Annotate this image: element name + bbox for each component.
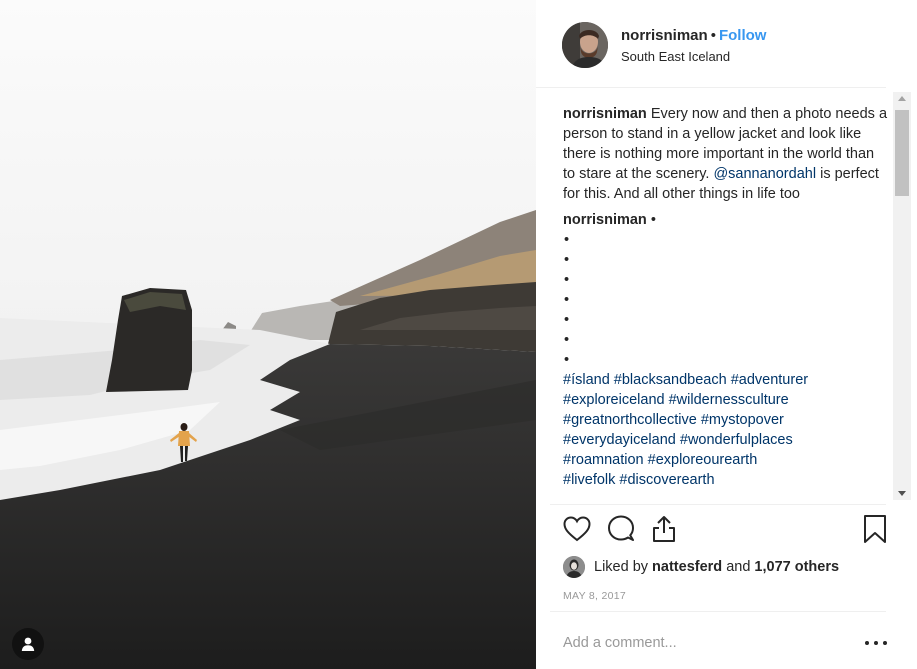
user-silhouette-icon [20, 636, 36, 652]
ellipsis-icon[interactable] [865, 634, 887, 652]
scrollbar-thumb[interactable] [895, 110, 909, 196]
comment-bullet: • [564, 252, 570, 268]
comment-bullet: • [564, 232, 570, 248]
share-icon[interactable] [650, 514, 678, 549]
speech-bubble-icon[interactable] [606, 514, 636, 549]
avatar[interactable] [562, 22, 608, 68]
comment-bullet: • [564, 292, 570, 308]
comment-username[interactable]: norrisniman [563, 212, 647, 228]
comment-bullet: • [564, 272, 570, 288]
liker-avatar[interactable] [563, 556, 585, 578]
scroll-up-arrow-icon[interactable] [898, 96, 906, 101]
hashtag-link[interactable]: #roamnation [563, 452, 644, 468]
hashtag-link[interactable]: #adventurer [731, 372, 808, 388]
post-date[interactable]: MAY 8, 2017 [563, 590, 626, 602]
user-tags-button[interactable] [12, 628, 44, 660]
post-photo[interactable] [0, 0, 536, 669]
hashtag-link[interactable]: #wonderfulplaces [680, 432, 793, 448]
comment-dot: • [650, 212, 656, 228]
header-separator: • [710, 27, 716, 44]
comment-input[interactable] [563, 632, 843, 654]
likes-count-link[interactable]: 1,077 others [754, 559, 839, 575]
caption: norrisniman Every now and then a photo n… [563, 104, 888, 204]
hashtag-link[interactable]: #ísland [563, 372, 610, 388]
hashtag-link[interactable]: #mystopover [701, 412, 784, 428]
hashtag-link[interactable]: #blacksandbeach [614, 372, 727, 388]
divider [550, 611, 886, 612]
hashtag-link[interactable]: #everydayiceland [563, 432, 676, 448]
comment-item: norrisniman • • • • • • • • #ísland #bla… [563, 210, 888, 490]
comment-bullet: • [564, 332, 570, 348]
bookmark-icon[interactable] [862, 514, 888, 549]
hashtag-link[interactable]: #wildernessculture [669, 392, 789, 408]
comments-list[interactable]: norrisniman Every now and then a photo n… [563, 104, 888, 504]
hashtag-link[interactable]: #livefolk [563, 472, 615, 488]
action-bar [562, 514, 892, 548]
hashtag-link[interactable]: #discoverearth [619, 472, 714, 488]
likes-conjunction: and [726, 559, 751, 575]
header-username[interactable]: norrisniman [621, 27, 708, 44]
follow-button[interactable]: Follow [719, 27, 767, 44]
comment-bullet: • [564, 312, 570, 328]
liker-username[interactable]: nattesferd [652, 559, 722, 575]
scroll-down-arrow-icon[interactable] [898, 491, 906, 496]
divider [550, 504, 886, 505]
location-link[interactable]: South East Iceland [621, 49, 730, 64]
post-detail-panel: norrisniman • Follow South East Iceland no… [536, 0, 917, 669]
mention-link[interactable]: @sannanordahl [713, 166, 816, 182]
hashtag-link[interactable]: #exploreiceland [563, 392, 665, 408]
hashtag-link[interactable]: #exploreourearth [648, 452, 758, 468]
likes-summary: Liked by nattesferd and 1,077 others [563, 554, 839, 580]
caption-username[interactable]: norrisniman [563, 106, 647, 122]
hashtag-link[interactable]: #greatnorthcollective [563, 412, 697, 428]
heart-icon[interactable] [562, 514, 592, 549]
post-header: norrisniman • Follow South East Iceland [536, 0, 886, 88]
likes-prefix: Liked by [594, 559, 649, 575]
hashtag-block: #ísland #blacksandbeach #adventurer #exp… [563, 370, 888, 490]
photo-scene [0, 0, 536, 669]
comment-bullet: • [564, 352, 570, 368]
comments-scrollbar[interactable] [893, 92, 911, 500]
